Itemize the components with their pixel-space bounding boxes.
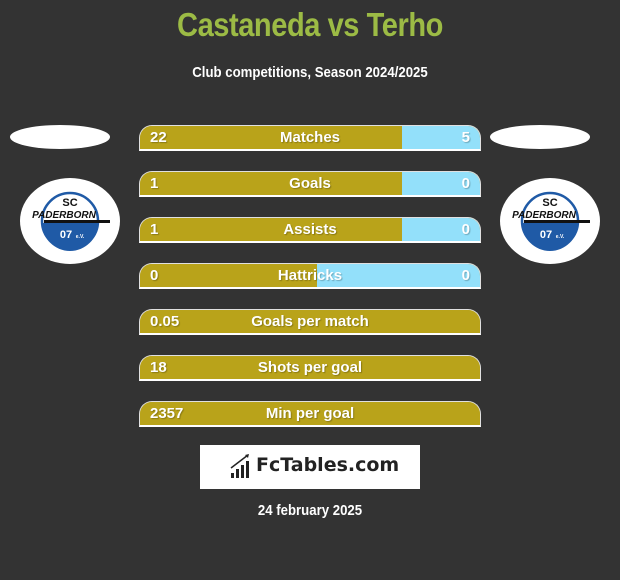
fctables-logo[interactable]: FcTables.com [200, 445, 420, 489]
stat-row: 0.05 Goals per match [139, 309, 481, 335]
club-crest-icon: SC PADERBORN 07 e.V. [32, 191, 110, 251]
svg-text:e.V.: e.V. [556, 234, 565, 240]
page-subtitle: Club competitions, Season 2024/2025 [192, 64, 428, 81]
svg-text:PADERBORN: PADERBORN [512, 210, 576, 221]
right-value: 5 [461, 129, 470, 146]
stat-row: 0 Hattricks 0 [139, 263, 481, 289]
date-label: 24 february 2025 [257, 502, 363, 519]
svg-text:07: 07 [540, 229, 552, 241]
stat-row: 2357 Min per goal [139, 401, 481, 427]
svg-text:e.V.: e.V. [76, 234, 85, 240]
right-player-oval [490, 125, 590, 149]
bar-chart-icon [230, 454, 249, 478]
right-value: 0 [461, 221, 470, 238]
svg-text:SC: SC [542, 197, 557, 209]
right-value: 0 [461, 175, 470, 192]
stat-row: 18 Shots per goal [139, 355, 481, 381]
svg-text:PADERBORN: PADERBORN [32, 210, 96, 221]
stat-row: 22 Matches 5 [139, 125, 481, 151]
stat-label: Assists [283, 221, 337, 238]
brand-name: FcTables.com [256, 454, 400, 476]
page-title: Castaneda vs Terho [177, 6, 443, 43]
stat-row: 1 Assists 0 [139, 217, 481, 243]
stat-label: Goals per match [251, 313, 369, 330]
svg-text:SC: SC [62, 197, 77, 209]
right-value: 0 [461, 267, 470, 284]
right-team-badge[interactable]: SC PADERBORN 07 e.V. [500, 178, 600, 264]
stat-label: Goals [289, 175, 331, 192]
stat-label: Matches [279, 129, 341, 146]
stat-label: Shots per goal [257, 359, 363, 376]
svg-text:07: 07 [60, 229, 72, 241]
stat-label: Min per goal [265, 405, 355, 422]
left-player-oval [10, 125, 110, 149]
left-team-badge[interactable]: SC PADERBORN 07 e.V. [20, 178, 120, 264]
club-crest-icon: SC PADERBORN 07 e.V. [512, 191, 590, 251]
stat-label: Hattricks [277, 267, 343, 284]
stat-row: 1 Goals 0 [139, 171, 481, 197]
